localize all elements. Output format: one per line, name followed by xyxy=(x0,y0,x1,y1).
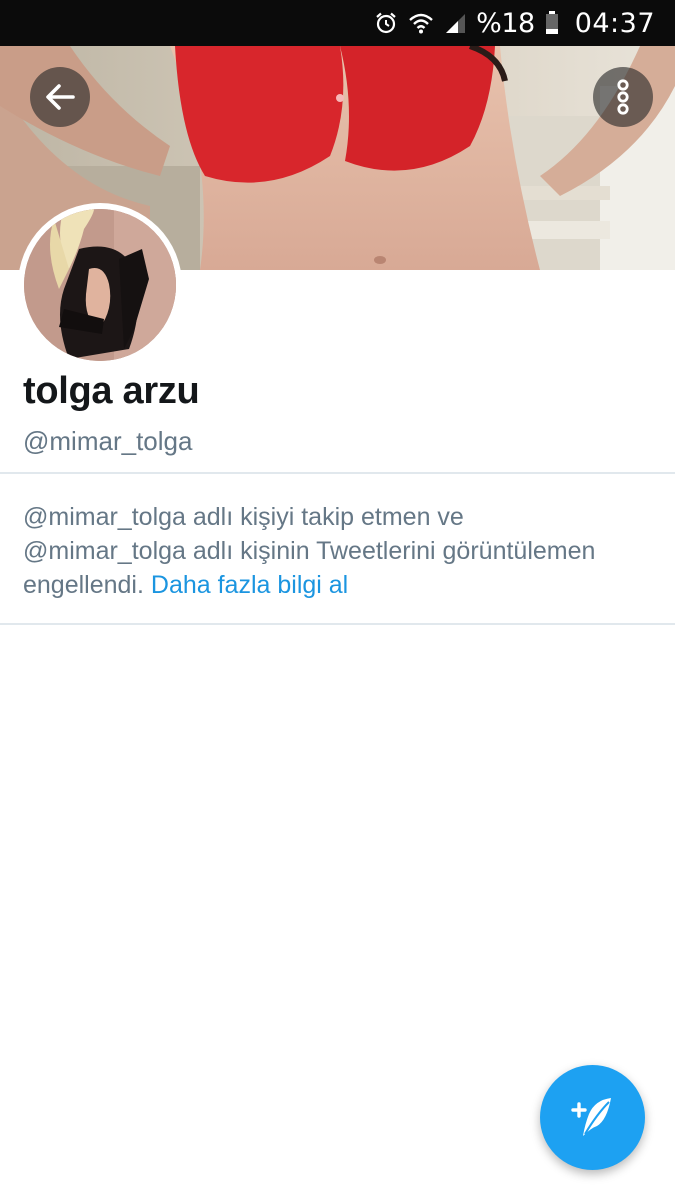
blocked-notice: @mimar_tolga adlı kişiyi takip etmen ve … xyxy=(23,500,653,602)
blocked-notice-line: @mimar_tolga adlı kişiyi takip etmen ve xyxy=(23,503,464,531)
battery-icon xyxy=(545,11,559,35)
blocked-notice-text: engellendi. xyxy=(23,571,151,599)
divider xyxy=(0,623,675,625)
more-options-button[interactable] xyxy=(593,67,653,127)
more-vertical-icon xyxy=(617,79,629,115)
compose-tweet-button[interactable] xyxy=(540,1065,645,1170)
learn-more-link[interactable]: Daha fazla bilgi al xyxy=(151,571,348,599)
back-button[interactable] xyxy=(30,67,90,127)
compose-tweet-icon xyxy=(570,1097,611,1136)
cell-signal-icon xyxy=(444,12,466,34)
avatar[interactable] xyxy=(18,203,182,367)
blocked-notice-line: @mimar_tolga adlı kişinin Tweetlerini gö… xyxy=(23,537,596,565)
blocked-notice-line: engellendi. Daha fazla bilgi al xyxy=(23,568,653,602)
clock: 04:37 xyxy=(574,7,655,39)
display-name: tolga arzu xyxy=(23,370,200,412)
alarm-icon xyxy=(374,11,398,35)
divider xyxy=(0,472,675,474)
arrow-left-icon xyxy=(46,84,75,110)
wifi-icon xyxy=(408,11,434,35)
status-bar: %18 04:37 xyxy=(0,0,675,46)
avatar-image xyxy=(24,209,176,361)
user-handle: @mimar_tolga xyxy=(23,426,193,456)
battery-percent: %18 xyxy=(476,7,535,39)
